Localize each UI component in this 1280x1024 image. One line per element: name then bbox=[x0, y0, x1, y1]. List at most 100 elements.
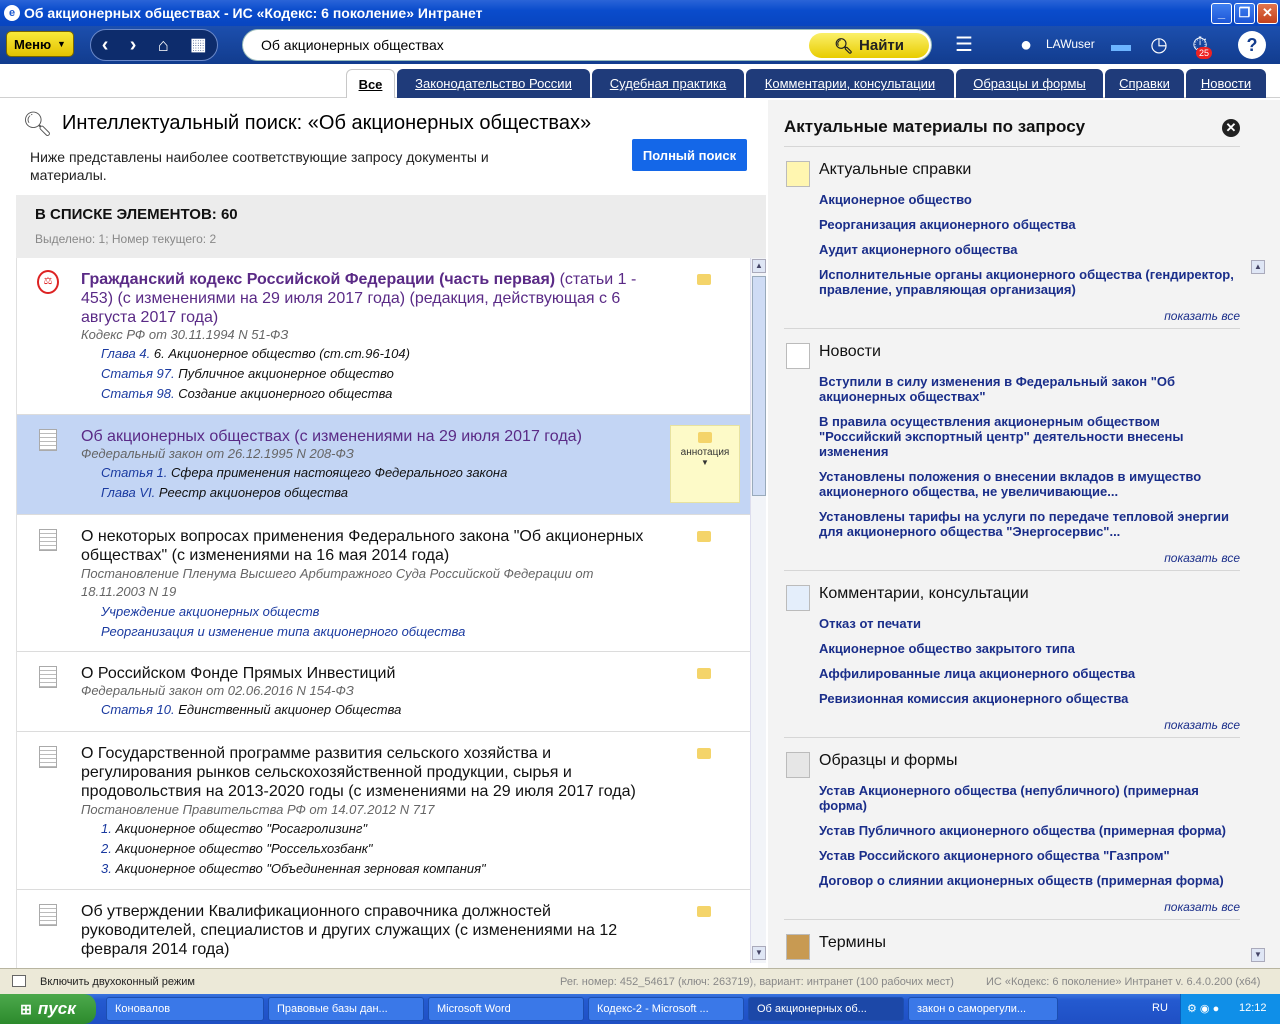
tab-news[interactable]: Новости bbox=[1186, 69, 1266, 98]
forward-arrow-icon[interactable]: › bbox=[130, 34, 137, 57]
comment-icon[interactable] bbox=[697, 668, 711, 679]
minimize-button[interactable]: _ bbox=[1211, 3, 1232, 24]
item-sub-link[interactable]: Статья 97. Публичное акционерное обществ… bbox=[101, 364, 394, 384]
taskbar-item[interactable]: Microsoft Word bbox=[428, 997, 584, 1021]
comment-icon[interactable] bbox=[697, 906, 711, 917]
material-link[interactable]: Устав Публичного акционерного общества (… bbox=[819, 823, 1239, 838]
clock-icon[interactable]: ◷ bbox=[1146, 31, 1172, 59]
find-button[interactable]: 🔍︎ Найти bbox=[809, 33, 929, 58]
tab-all[interactable]: Все bbox=[346, 69, 395, 98]
tab-court-practice[interactable]: Судебная практика bbox=[592, 69, 744, 98]
item-sub-link[interactable]: Реорганизация и изменение типа акционерн… bbox=[101, 622, 465, 642]
scroll-up-icon[interactable]: ▲ bbox=[752, 259, 766, 273]
list-item[interactable]: О некоторых вопросах применения Федераль… bbox=[17, 515, 750, 652]
material-link[interactable]: Установлены положения о внесении вкладов… bbox=[819, 469, 1239, 499]
scroll-down-icon[interactable]: ▼ bbox=[1251, 948, 1265, 962]
menu-button[interactable]: Меню ▼ bbox=[6, 31, 74, 57]
list-item[interactable]: Об утверждении Квалификационного справоч… bbox=[17, 890, 750, 968]
item-sub-link[interactable]: Глава VI. Реестр акционеров общества bbox=[101, 483, 348, 503]
user-icon[interactable]: ● bbox=[1014, 31, 1038, 59]
material-link[interactable]: Ревизионная комиссия акционерного общест… bbox=[819, 691, 1239, 706]
material-link[interactable]: Установлены тарифы на услуги по передаче… bbox=[819, 509, 1239, 539]
close-window-button[interactable]: ✕ bbox=[1257, 3, 1278, 24]
tab-comments[interactable]: Комментарии, консультации bbox=[746, 69, 954, 98]
notifications-icon[interactable]: ⏱ 25 bbox=[1186, 31, 1214, 59]
material-link[interactable]: Аудит акционерного общества bbox=[819, 242, 1239, 257]
language-indicator[interactable]: RU bbox=[1152, 1002, 1168, 1014]
item-meta: Федеральный закон от 26.12.1995 N 208-ФЗ bbox=[81, 446, 354, 461]
search-description: Ниже представлены наиболее соответствующ… bbox=[30, 149, 489, 183]
help-icon[interactable]: ? bbox=[1238, 31, 1266, 59]
comment-icon[interactable] bbox=[697, 531, 711, 542]
dual-mode-toggle[interactable]: Включить двухоконный режим bbox=[40, 976, 195, 988]
list-item[interactable]: О Российском Фонде Прямых Инвестиций Фед… bbox=[17, 652, 750, 732]
section-title: Актуальные справки bbox=[819, 161, 972, 178]
comment-icon[interactable] bbox=[697, 274, 711, 285]
tray-icons[interactable]: ⚙ ◉ ● bbox=[1187, 1002, 1219, 1015]
folder-icon[interactable]: ▬ bbox=[1108, 31, 1134, 59]
material-link[interactable]: Исполнительные органы акционерного общес… bbox=[819, 267, 1239, 297]
material-link[interactable]: Реорганизация акционерного общества bbox=[819, 217, 1239, 232]
start-button[interactable]: ⊞ пуск bbox=[0, 994, 96, 1024]
tab-legislation[interactable]: Законодательство России bbox=[397, 69, 590, 98]
item-sub-link[interactable]: Статья 98. Создание акционерного обществ… bbox=[101, 384, 392, 404]
taskbar-item[interactable]: закон о саморегули... bbox=[908, 997, 1058, 1021]
annotation-box[interactable]: аннотация ▼ bbox=[670, 425, 740, 503]
tab-references[interactable]: Справки bbox=[1105, 69, 1184, 98]
list-item[interactable]: О Государственной программе развития сел… bbox=[17, 732, 750, 890]
results-panel: 🔍︎ Интеллектуальный поиск: «Об акционерн… bbox=[16, 100, 766, 968]
close-panel-icon[interactable]: ✕ bbox=[1222, 119, 1240, 137]
item-title[interactable]: О Государственной программе развития сел… bbox=[81, 744, 651, 801]
item-title[interactable]: О некоторых вопросах применения Федераль… bbox=[81, 527, 651, 565]
taskbar-item[interactable]: Коновалов bbox=[106, 997, 264, 1021]
item-title[interactable]: Об утверждении Квалификационного справоч… bbox=[81, 902, 651, 959]
full-search-button[interactable]: Полный поиск bbox=[632, 139, 747, 171]
comment-icon[interactable] bbox=[697, 748, 711, 759]
tab-forms[interactable]: Образцы и формы bbox=[956, 69, 1103, 98]
maximize-button[interactable]: ❐ bbox=[1234, 3, 1255, 24]
hamburger-menu-icon[interactable]: ☰ bbox=[950, 31, 978, 59]
item-sub-link[interactable]: Глава 4. 6. Акционерное общество (ст.ст.… bbox=[101, 344, 410, 364]
list-item-selected[interactable]: Об акционерных обществах (с изменениями … bbox=[17, 415, 750, 515]
username[interactable]: LAWuser bbox=[1046, 37, 1095, 51]
item-sub-link[interactable]: 2. Акционерное общество "Россельхозбанк" bbox=[101, 839, 372, 859]
material-link[interactable]: Акционерное общество закрытого типа bbox=[819, 641, 1239, 656]
scroll-down-icon[interactable]: ▼ bbox=[752, 946, 766, 960]
taskbar-item-active[interactable]: Об акционерных об... bbox=[748, 997, 904, 1021]
search-input[interactable] bbox=[261, 37, 801, 53]
material-link[interactable]: Договор о слиянии акционерных обществ (п… bbox=[819, 873, 1239, 888]
show-all-link[interactable]: показать все bbox=[1164, 900, 1240, 914]
taskbar-item[interactable]: Кодекс-2 - Microsoft ... bbox=[588, 997, 744, 1021]
item-sub-link[interactable]: Статья 1. Сфера применения настоящего Фе… bbox=[101, 463, 507, 483]
results-scrollbar[interactable]: ▲ ▼ bbox=[750, 258, 766, 963]
list-item[interactable]: ⚖ Гражданский кодекс Российской Федераци… bbox=[17, 258, 750, 415]
item-sub-link[interactable]: 3. Акционерное общество "Объединенная зе… bbox=[101, 859, 486, 879]
grid-icon[interactable]: ▦ bbox=[190, 35, 206, 55]
material-link[interactable]: Акционерное общество bbox=[819, 192, 1239, 207]
item-sub-link[interactable]: Статья 10. Единственный акционер Обществ… bbox=[101, 700, 401, 720]
taskbar-item[interactable]: Правовые базы дан... bbox=[268, 997, 424, 1021]
right-panel-scrollbar[interactable]: ▲ ▼ bbox=[1250, 260, 1266, 964]
material-link[interactable]: Отказ от печати bbox=[819, 616, 1239, 631]
material-link[interactable]: В правила осуществления акционерным обще… bbox=[819, 414, 1239, 459]
item-title[interactable]: Гражданский кодекс Российской Федерации … bbox=[81, 270, 651, 327]
document-icon bbox=[39, 529, 57, 551]
item-title[interactable]: Об акционерных обществах (с изменениями … bbox=[81, 427, 651, 446]
section-references: Актуальные справки Акционерное общество … bbox=[784, 146, 1240, 328]
dual-window-icon[interactable] bbox=[12, 975, 26, 987]
show-all-link[interactable]: показать все bbox=[1164, 718, 1240, 732]
item-title[interactable]: О Российском Фонде Прямых Инвестиций bbox=[81, 664, 651, 683]
show-all-link[interactable]: показать все bbox=[1164, 309, 1240, 323]
material-link[interactable]: Аффилированные лица акционерного обществ… bbox=[819, 666, 1239, 681]
material-link[interactable]: Устав Российского акционерного общества … bbox=[819, 848, 1239, 863]
item-meta: Постановление Правительства РФ от 14.07.… bbox=[81, 802, 435, 817]
scroll-up-icon[interactable]: ▲ bbox=[1251, 260, 1265, 274]
item-sub-link[interactable]: 1. Акционерное общество "Росагролизинг" bbox=[101, 819, 367, 839]
material-link[interactable]: Устав Акционерного общества (непубличног… bbox=[819, 783, 1239, 813]
back-arrow-icon[interactable]: ‹ bbox=[102, 34, 109, 57]
home-icon[interactable]: ⌂ bbox=[158, 35, 169, 56]
scroll-thumb[interactable] bbox=[752, 276, 766, 496]
show-all-link[interactable]: показать все bbox=[1164, 551, 1240, 565]
item-sub-link[interactable]: Учреждение акционерных обществ bbox=[101, 602, 319, 622]
material-link[interactable]: Вступили в силу изменения в Федеральный … bbox=[819, 374, 1239, 404]
